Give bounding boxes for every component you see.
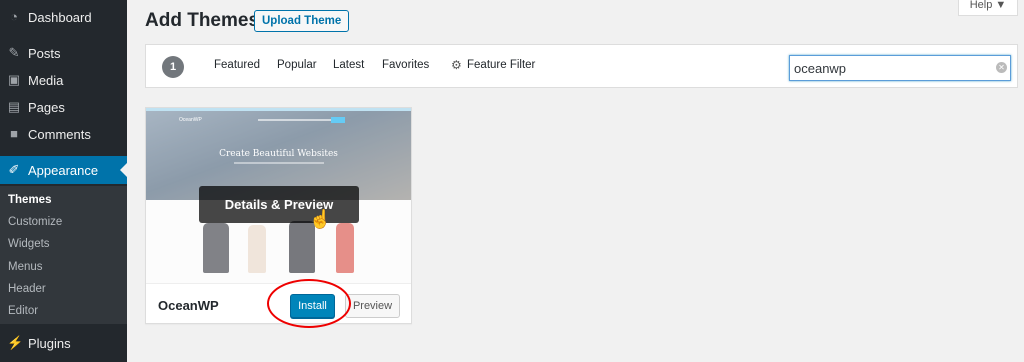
filter-latest[interactable]: Latest [333, 59, 364, 71]
theme-count-badge: 1 [162, 56, 184, 78]
sidebar-item-label: Media [28, 72, 64, 88]
sidebar-item-appearance[interactable]: ✐ Appearance [0, 156, 127, 184]
brush-icon: ✐ [8, 162, 20, 177]
comment-icon: ■ [10, 126, 18, 141]
page-title: Add Themes [145, 10, 260, 31]
theme-search-input[interactable] [789, 55, 1011, 81]
filter-favorites[interactable]: Favorites [382, 59, 429, 71]
submenu-item-themes[interactable]: Themes [8, 194, 51, 206]
admin-sidebar: ◔ Dashboard ✎ Posts ▣ Media ▤ Pages ■ Co… [0, 0, 127, 362]
help-tab-button[interactable]: Help ▼ [958, 0, 1018, 16]
submenu-item-menus[interactable]: Menus [8, 261, 43, 273]
sidebar-item-label: Pages [28, 99, 65, 115]
dashboard-icon: ◔ [10, 9, 18, 24]
details-preview-button[interactable]: Details & Preview [199, 186, 359, 223]
sidebar-item-label: Appearance [28, 162, 99, 178]
pages-icon: ▤ [7, 99, 21, 114]
appearance-submenu: Themes Customize Widgets Menus Header Ed… [0, 186, 127, 324]
gear-icon[interactable]: ⚙ [451, 58, 462, 72]
filter-popular[interactable]: Popular [277, 59, 317, 71]
upload-theme-button[interactable]: Upload Theme [254, 10, 350, 32]
annotation-circle [267, 279, 351, 328]
sidebar-item-label: Posts [28, 45, 61, 61]
theme-name: OceanWP [158, 298, 219, 313]
preview-button[interactable]: Preview [345, 294, 400, 318]
sidebar-item-posts[interactable]: ✎ Posts [0, 40, 127, 66]
feature-filter-link[interactable]: Feature Filter [467, 59, 535, 71]
filter-featured[interactable]: Featured [214, 59, 260, 71]
plug-icon: ⚡ [7, 335, 24, 350]
pin-icon: ✎ [8, 45, 20, 60]
clear-search-icon[interactable]: ✕ [996, 62, 1007, 73]
sidebar-item-dashboard[interactable]: ◔ Dashboard [0, 4, 127, 30]
sidebar-item-pages[interactable]: ▤ Pages [0, 94, 127, 120]
sidebar-item-label: Dashboard [28, 9, 92, 25]
submenu-item-editor[interactable]: Editor [8, 305, 38, 317]
sidebar-item-comments[interactable]: ■ Comments [0, 121, 127, 147]
sidebar-item-label: Plugins [28, 335, 71, 351]
sidebar-item-plugins[interactable]: ⚡ Plugins [0, 330, 127, 356]
theme-filter-bar: 1 Featured Popular Latest Favorites ⚙ Fe… [145, 44, 1018, 88]
submenu-item-customize[interactable]: Customize [8, 216, 62, 228]
sidebar-item-media[interactable]: ▣ Media [0, 67, 127, 93]
media-icon: ▣ [7, 72, 21, 87]
sidebar-item-label: Comments [28, 126, 91, 142]
submenu-item-widgets[interactable]: Widgets [8, 238, 50, 250]
submenu-item-header[interactable]: Header [8, 283, 46, 295]
theme-screenshot[interactable]: OceanWP Create Beautiful Websites Detail… [146, 108, 411, 283]
hand-cursor-icon: ☝ [309, 209, 332, 229]
